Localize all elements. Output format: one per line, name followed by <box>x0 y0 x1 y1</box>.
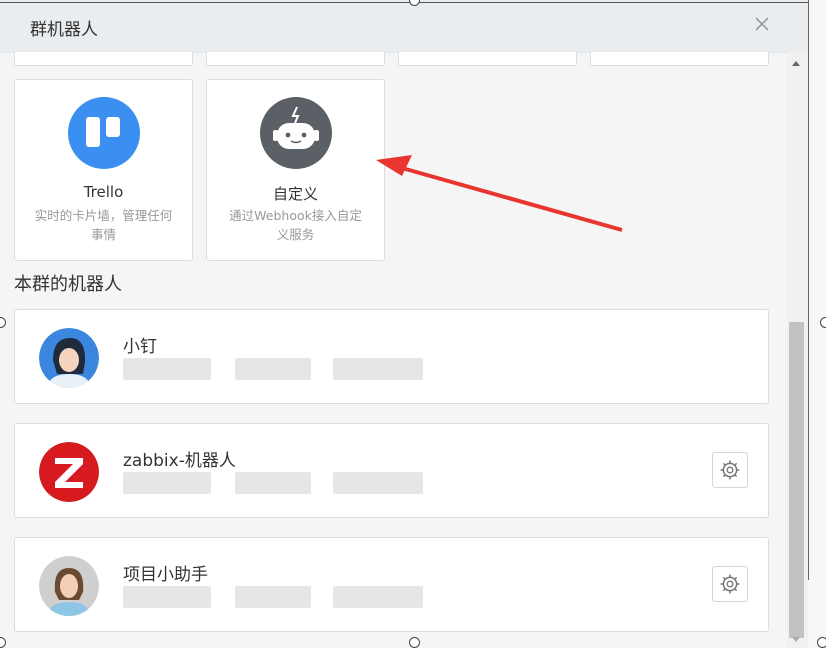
annotation-arrow-icon <box>376 155 623 232</box>
dialog-header: 群机器人 <box>0 0 808 53</box>
integration-desc: 实时的卡片墙，管理任何事情 <box>34 208 173 242</box>
scroll-up-icon[interactable] <box>792 61 800 66</box>
integration-desc: 通过Webhook接入自定义服务 <box>229 208 362 242</box>
resize-handle[interactable] <box>817 637 826 648</box>
robot-webhook-blurred <box>123 472 423 496</box>
robot-icon <box>260 97 332 169</box>
resize-handle[interactable] <box>409 637 420 648</box>
resize-handle[interactable] <box>820 317 826 328</box>
scrollbar-thumb[interactable] <box>789 322 804 638</box>
gear-icon[interactable] <box>712 566 748 602</box>
avatar-woman-icon <box>39 556 99 616</box>
group-robot-dialog: 群机器人 Trello 实时的卡片墙，管理任何事情 自定义 通过Webhook接… <box>0 0 808 648</box>
selection-frame-line <box>0 2 808 3</box>
integration-card-partial[interactable] <box>14 52 193 66</box>
integration-card-custom[interactable]: 自定义 通过Webhook接入自定义服务 <box>206 79 385 261</box>
selection-frame-line <box>808 0 809 580</box>
dialog-title: 群机器人 <box>30 20 98 40</box>
avatar-girl-icon <box>39 328 99 388</box>
robot-item-zabbix[interactable]: zabbix-机器人 <box>14 423 769 518</box>
integration-card-trello[interactable]: Trello 实时的卡片墙，管理任何事情 <box>14 79 193 261</box>
integration-name: 自定义 <box>272 185 318 203</box>
robot-item-xiaoding[interactable]: 小钉 <box>14 309 769 404</box>
robot-name: zabbix-机器人 <box>123 451 236 471</box>
robot-webhook-blurred <box>123 358 423 382</box>
close-icon[interactable] <box>750 12 774 36</box>
robot-name: 小钉 <box>123 337 157 357</box>
section-title: 本群的机器人 <box>14 274 122 295</box>
robot-item-project-helper[interactable]: 项目小助手 <box>14 537 769 632</box>
integration-card-partial[interactable] <box>398 52 577 66</box>
integration-card-partial[interactable] <box>206 52 385 66</box>
integration-name: Trello <box>83 183 124 201</box>
gear-icon[interactable] <box>712 452 748 488</box>
scroll-down-icon[interactable] <box>792 637 800 642</box>
robot-webhook-blurred <box>123 586 423 610</box>
scrollbar[interactable] <box>787 52 808 648</box>
trello-icon <box>68 97 140 169</box>
zabbix-logo-icon <box>39 442 99 502</box>
integration-card-partial[interactable] <box>590 52 769 66</box>
robot-name: 项目小助手 <box>123 565 208 585</box>
